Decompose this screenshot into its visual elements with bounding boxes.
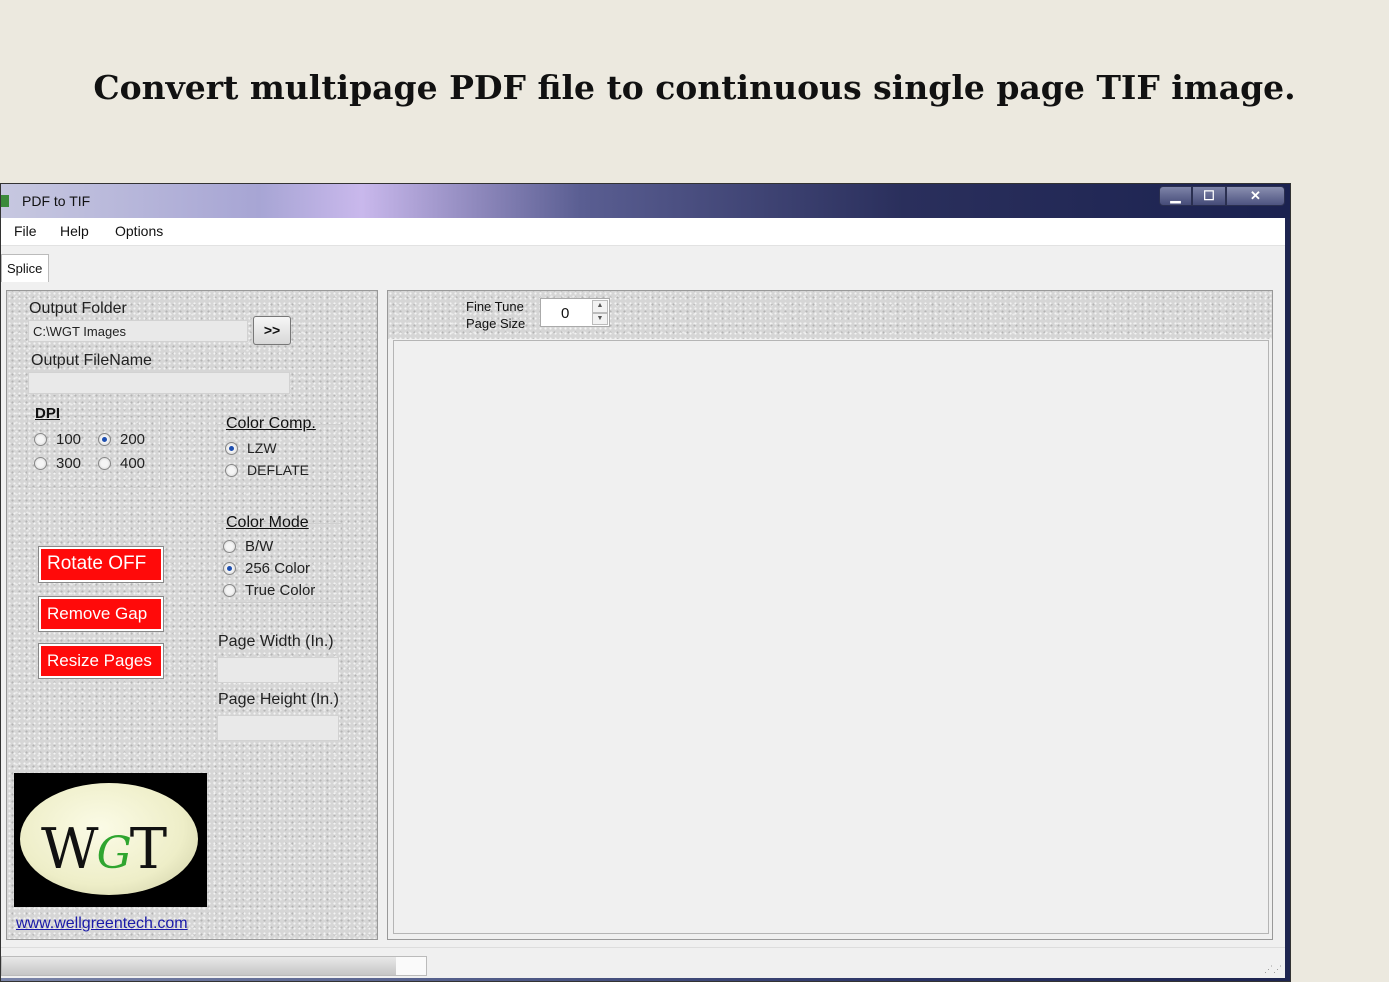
preview-area[interactable]: [393, 340, 1269, 934]
color-mode-group: Color Mode B/W 256 Color True Color: [217, 514, 343, 603]
minimize-button[interactable]: ▁: [1159, 186, 1192, 206]
radio-checked-icon: [98, 433, 111, 446]
website-link[interactable]: www.wellgreentech.com: [16, 915, 188, 933]
page-height-label: Page Height (In.): [218, 691, 339, 708]
progress-bar: [1, 956, 427, 976]
radio-checked-icon: [225, 441, 238, 455]
output-filename-label: Output FileName: [31, 352, 152, 369]
page-width-field[interactable]: [217, 657, 339, 683]
wgt-logo: WGT: [14, 773, 207, 907]
app-icon: [1, 195, 9, 207]
dpi-group: DPI 100 200 300 400: [27, 405, 161, 488]
radio-icon: [98, 457, 111, 470]
resize-pages-button[interactable]: Resize Pages: [38, 643, 164, 679]
stepper-buttons: ▲ ▼: [592, 300, 608, 325]
app-window: PDF to TIF ▁ ☐ ✕ File Help Options Splic…: [0, 183, 1291, 982]
preview-panel: Fine Tune Page Size 0 ▲ ▼: [387, 290, 1273, 940]
color-comp-title: Color Comp.: [226, 415, 316, 432]
preview-toolbar: Fine Tune Page Size 0 ▲ ▼: [388, 291, 1272, 339]
color-comp-group: Color Comp. LZW DEFLATE: [217, 415, 343, 486]
progress-fill: [2, 957, 397, 975]
stepper-down-icon[interactable]: ▼: [592, 312, 608, 325]
window-title: PDF to TIF: [22, 193, 91, 209]
radio-icon: [223, 584, 236, 597]
menu-options[interactable]: Options: [115, 223, 163, 239]
menu-file[interactable]: File: [14, 223, 37, 239]
fine-tune-label-line2: Page Size: [466, 316, 526, 331]
color-mode-option-256[interactable]: 256 Color: [223, 560, 310, 577]
radio-checked-icon: [223, 562, 236, 575]
stepper-up-icon[interactable]: ▲: [592, 300, 608, 313]
status-bar: ⋰⋰: [1, 947, 1285, 978]
dpi-option-200[interactable]: 200: [98, 431, 145, 448]
color-comp-option-lzw[interactable]: LZW: [225, 440, 277, 456]
menu-bar: File Help Options: [1, 218, 1285, 246]
color-mode-title: Color Mode: [226, 514, 309, 531]
radio-icon: [34, 457, 47, 470]
radio-icon: [34, 433, 47, 446]
remove-gap-button[interactable]: Remove Gap: [38, 596, 164, 632]
menu-help[interactable]: Help: [60, 223, 89, 239]
logo-emblem: WGT: [20, 783, 198, 895]
page-height-field[interactable]: [217, 715, 339, 741]
rotate-button[interactable]: Rotate OFF: [38, 546, 164, 583]
output-folder-field[interactable]: C:\WGT Images: [28, 320, 248, 342]
tab-splice[interactable]: Splice: [1, 254, 49, 282]
dpi-title: DPI: [35, 405, 61, 422]
settings-panel: Output Folder C:\WGT Images >> Output Fi…: [6, 290, 378, 940]
output-filename-field[interactable]: [28, 372, 290, 394]
dpi-option-300[interactable]: 300: [34, 455, 81, 472]
color-comp-option-deflate[interactable]: DEFLATE: [225, 462, 309, 478]
maximize-button[interactable]: ☐: [1192, 186, 1226, 206]
window-controls: ▁ ☐ ✕: [1159, 186, 1285, 206]
fine-tune-label-line1: Fine Tune: [466, 299, 524, 314]
browse-folder-button[interactable]: >>: [253, 316, 291, 345]
radio-icon: [225, 463, 238, 477]
dpi-option-400[interactable]: 400: [98, 455, 145, 472]
fine-tune-value[interactable]: 0: [561, 305, 569, 322]
close-button[interactable]: ✕: [1226, 186, 1285, 206]
output-folder-label: Output Folder: [29, 300, 127, 317]
radio-icon: [223, 540, 236, 553]
page-width-label: Page Width (In.): [218, 633, 334, 650]
page-headline: Convert multipage PDF file to continuous…: [93, 68, 1296, 107]
color-mode-option-true[interactable]: True Color: [223, 582, 315, 599]
fine-tune-label: Fine Tune Page Size: [466, 298, 525, 332]
fine-tune-stepper[interactable]: 0 ▲ ▼: [540, 298, 610, 327]
logo-lettering: WGT: [41, 817, 167, 882]
dpi-option-100[interactable]: 100: [34, 431, 81, 448]
title-bar[interactable]: PDF to TIF ▁ ☐ ✕: [1, 184, 1290, 218]
client-area: File Help Options Splice Output Folder C…: [1, 218, 1285, 978]
color-mode-option-bw[interactable]: B/W: [223, 538, 273, 555]
resize-grip-icon[interactable]: ⋰⋰: [1264, 964, 1282, 975]
